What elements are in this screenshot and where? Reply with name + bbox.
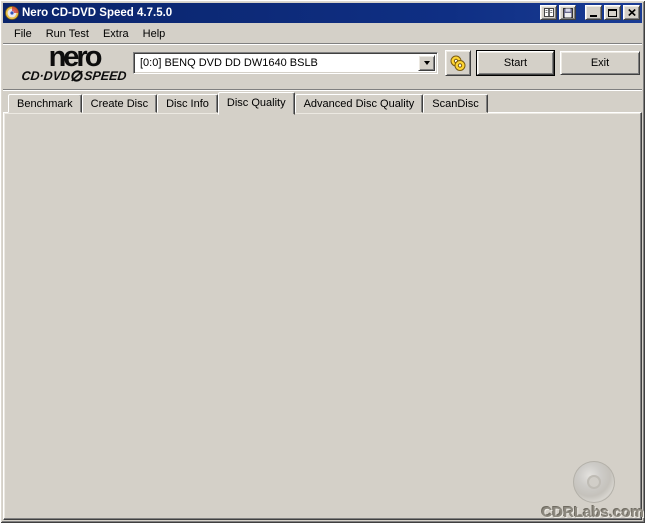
tab-create-disc[interactable]: Create Disc: [81, 94, 158, 113]
menu-file[interactable]: File: [7, 26, 39, 42]
drive-selector[interactable]: [0:0] BENQ DVD DD DW1640 BSLB: [133, 52, 438, 74]
window-title: Nero CD-DVD Speed 4.7.5.0: [22, 7, 173, 19]
maximize-icon: [608, 8, 617, 17]
maximize-button[interactable]: [604, 5, 621, 20]
disc-tool-button[interactable]: [445, 50, 471, 76]
report-button[interactable]: [540, 5, 557, 20]
menu-run-test[interactable]: Run Test: [39, 26, 96, 42]
tab-scandisc[interactable]: ScanDisc: [423, 94, 488, 113]
save-button[interactable]: [559, 5, 576, 20]
menu-extra[interactable]: Extra: [96, 26, 136, 42]
tab-advanced-disc-quality[interactable]: Advanced Disc Quality: [294, 94, 424, 113]
tab-disc-info[interactable]: Disc Info: [157, 94, 218, 113]
close-button[interactable]: [623, 5, 640, 20]
title-bar: Nero CD-DVD Speed 4.7.5.0: [3, 3, 642, 23]
discs-icon: [450, 55, 466, 71]
book-icon: [543, 8, 554, 17]
chevron-down-icon: [423, 61, 430, 65]
exit-button[interactable]: Exit: [560, 51, 640, 75]
logo-text-speed: SPEED: [83, 69, 128, 83]
watermark-text: CDRLabs.com: [541, 504, 644, 521]
drive-selector-dropdown-button[interactable]: [418, 55, 435, 71]
divider: [3, 89, 642, 91]
menu-help[interactable]: Help: [136, 26, 173, 42]
start-button-label: Start: [503, 57, 528, 69]
app-window: Nero CD-DVD Speed 4.7.5.0 File Run Test …: [0, 0, 645, 523]
tab-disc-quality[interactable]: Disc Quality: [217, 92, 295, 115]
app-icon: [5, 6, 19, 20]
minimize-icon: [590, 15, 597, 17]
minimize-button[interactable]: [585, 5, 602, 20]
exit-button-label: Exit: [590, 57, 610, 69]
tab-benchmark[interactable]: Benchmark: [8, 94, 82, 113]
disc-quality-page: [3, 112, 642, 520]
logo-text-nero: nero: [48, 41, 103, 73]
logo-text-cddvd: CD·DVD: [20, 69, 71, 83]
floppy-disk-icon: [562, 7, 573, 18]
toolbar: nero CD·DVD SPEED [0:0] BENQ DVD DD DW16…: [3, 41, 642, 89]
close-icon: [627, 9, 636, 16]
tab-strip: Benchmark Create Disc Disc Info Disc Qua…: [8, 92, 488, 115]
nero-logo: nero CD·DVD SPEED: [13, 41, 135, 84]
drive-selector-value: [0:0] BENQ DVD DD DW1640 BSLB: [140, 57, 318, 69]
disc-icon: [71, 70, 83, 82]
start-button[interactable]: Start: [476, 50, 555, 76]
